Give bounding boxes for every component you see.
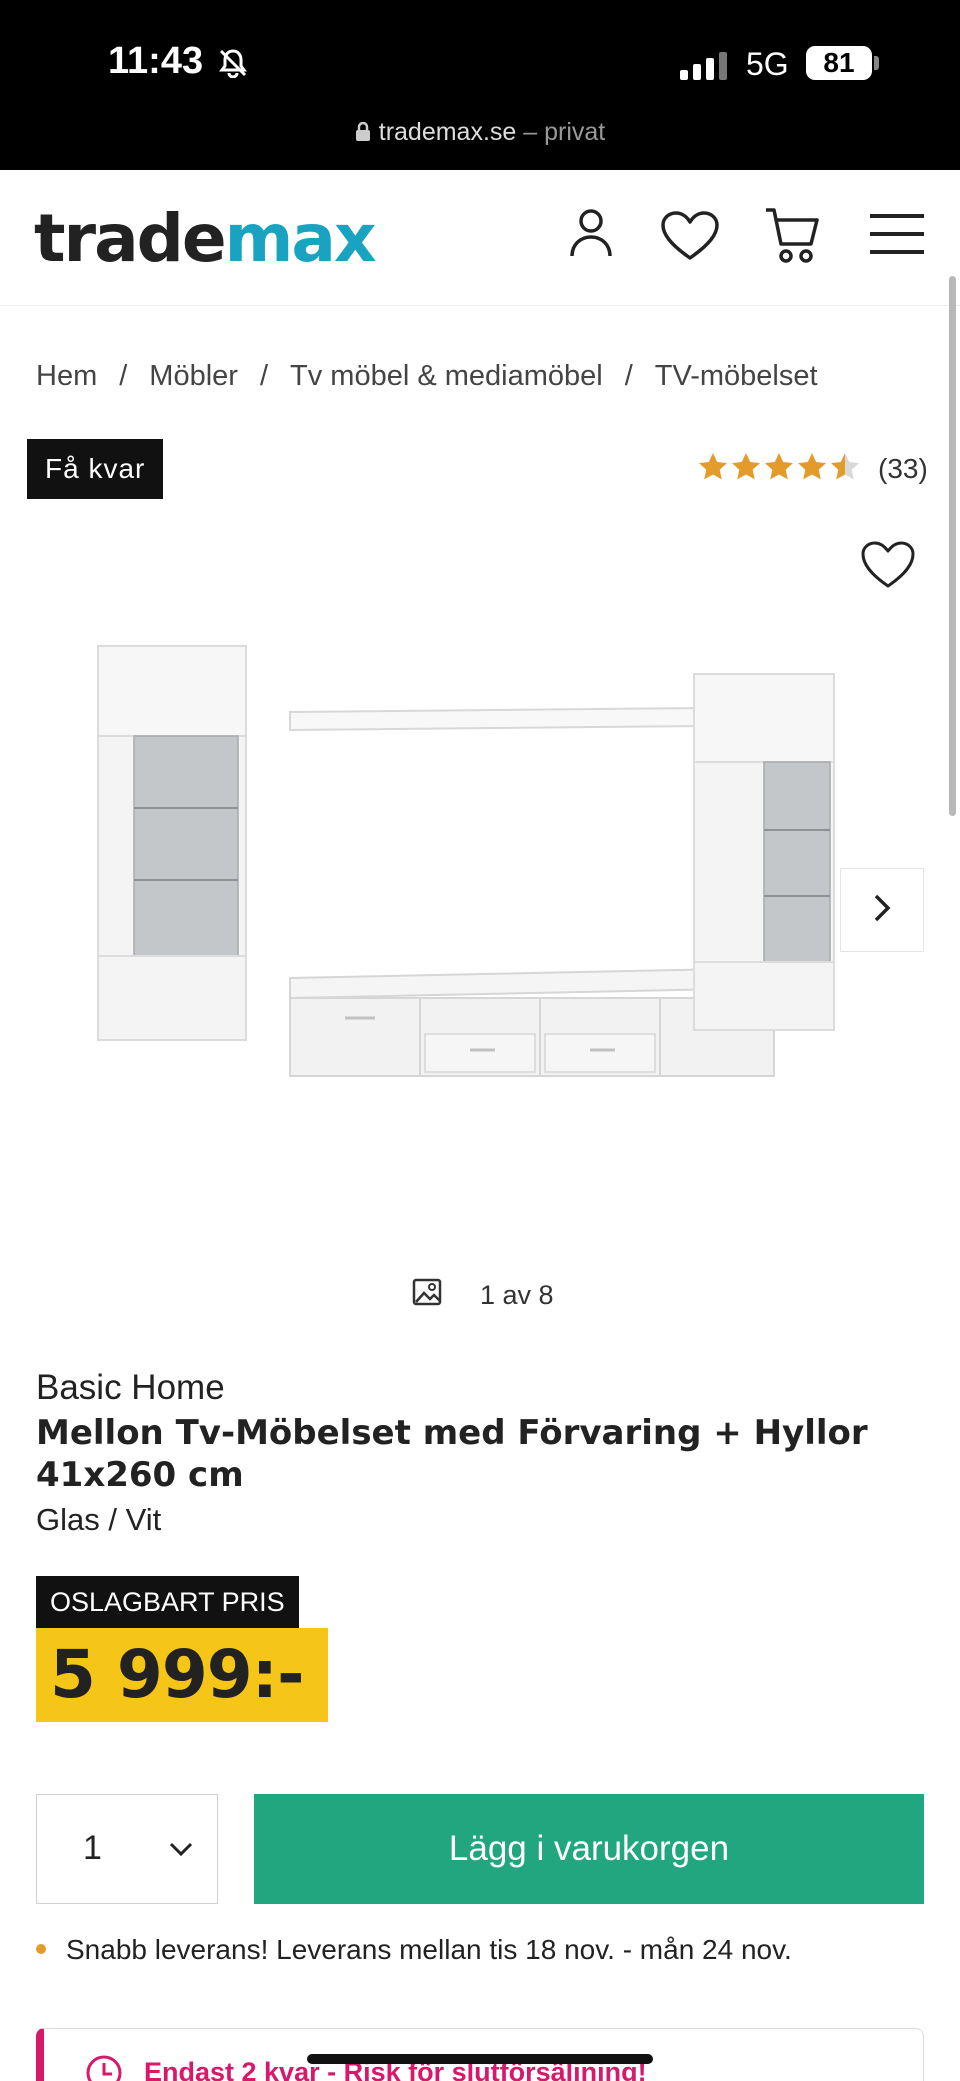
- clock-icon: [84, 2053, 124, 2081]
- product-brand[interactable]: Basic Home: [36, 1368, 225, 1408]
- bell-muted-icon: [218, 48, 248, 82]
- breadcrumb-separator: /: [259, 360, 269, 392]
- quantity-value: 1: [83, 1829, 102, 1867]
- gallery-next-button[interactable]: [840, 868, 924, 952]
- chevron-right-icon: [872, 892, 892, 928]
- home-indicator[interactable]: [307, 2054, 653, 2064]
- url-domain: trademax.se: [378, 118, 517, 146]
- breadcrumb-separator: /: [624, 360, 633, 392]
- cart-icon[interactable]: [764, 206, 820, 268]
- delivery-dot: [36, 1944, 46, 1954]
- url-bar[interactable]: trademax.se – privat: [0, 118, 960, 149]
- price-label: OSLAGBART PRIS: [36, 1576, 299, 1628]
- chevron-down-icon: [169, 1841, 193, 1860]
- gallery-counter: 1 av 8: [412, 1278, 554, 1313]
- add-to-wishlist-icon[interactable]: [860, 540, 916, 594]
- breadcrumb-link-furniture[interactable]: Möbler: [149, 360, 238, 392]
- breadcrumb-link-tv-sets[interactable]: TV-möbelset: [655, 360, 818, 392]
- status-bar: 11:43 5G 81 trademax.se – privat: [0, 0, 960, 170]
- signal-icon: [680, 52, 730, 84]
- lock-icon: [355, 120, 371, 149]
- breadcrumb-link-tv-furniture[interactable]: Tv möbel & mediamöbel: [290, 360, 603, 392]
- stock-badge: Få kvar: [27, 439, 164, 499]
- page-scrollbar[interactable]: [949, 276, 956, 816]
- product-title: Mellon Tv-Möbelset med Förvaring + Hyllo…: [36, 1413, 868, 1495]
- quantity-select[interactable]: 1: [36, 1794, 218, 1904]
- menu-icon[interactable]: [870, 214, 924, 258]
- star-rating-icon: [698, 452, 862, 486]
- site-header: trademax: [0, 170, 960, 306]
- add-to-cart-button[interactable]: Lägg i varukorgen: [254, 1794, 924, 1904]
- logo-part-trade: trade: [34, 200, 227, 277]
- logo[interactable]: trademax: [34, 200, 377, 277]
- delivery-text: Snabb leverans! Leverans mellan tis 18 n…: [66, 1934, 792, 1965]
- breadcrumb: Hem / Möbler / Tv möbel & mediamöbel / TV-möbe…: [36, 360, 818, 393]
- wishlist-icon[interactable]: [660, 210, 720, 266]
- rating-count: (33): [878, 453, 928, 484]
- image-icon: [412, 1278, 442, 1313]
- gallery-counter-text: 1 av 8: [480, 1280, 554, 1310]
- product-price: 5 999:-: [36, 1628, 328, 1722]
- battery-tip: [874, 56, 879, 70]
- product-rating[interactable]: (33): [698, 452, 928, 486]
- breadcrumb-link-home[interactable]: Hem: [36, 360, 97, 392]
- status-time: 11:43: [108, 40, 204, 82]
- delivery-info: Snabb leverans! Leverans mellan tis 18 n…: [36, 1934, 792, 1966]
- product-variant: Glas / Vit: [36, 1502, 162, 1537]
- logo-part-max: max: [224, 200, 377, 277]
- product-image[interactable]: [90, 630, 880, 1190]
- account-icon[interactable]: [566, 206, 616, 264]
- breadcrumb-separator: /: [119, 360, 128, 392]
- network-type: 5G: [746, 46, 789, 82]
- battery-level: 81: [806, 46, 872, 80]
- url-mode: – privat: [523, 118, 606, 146]
